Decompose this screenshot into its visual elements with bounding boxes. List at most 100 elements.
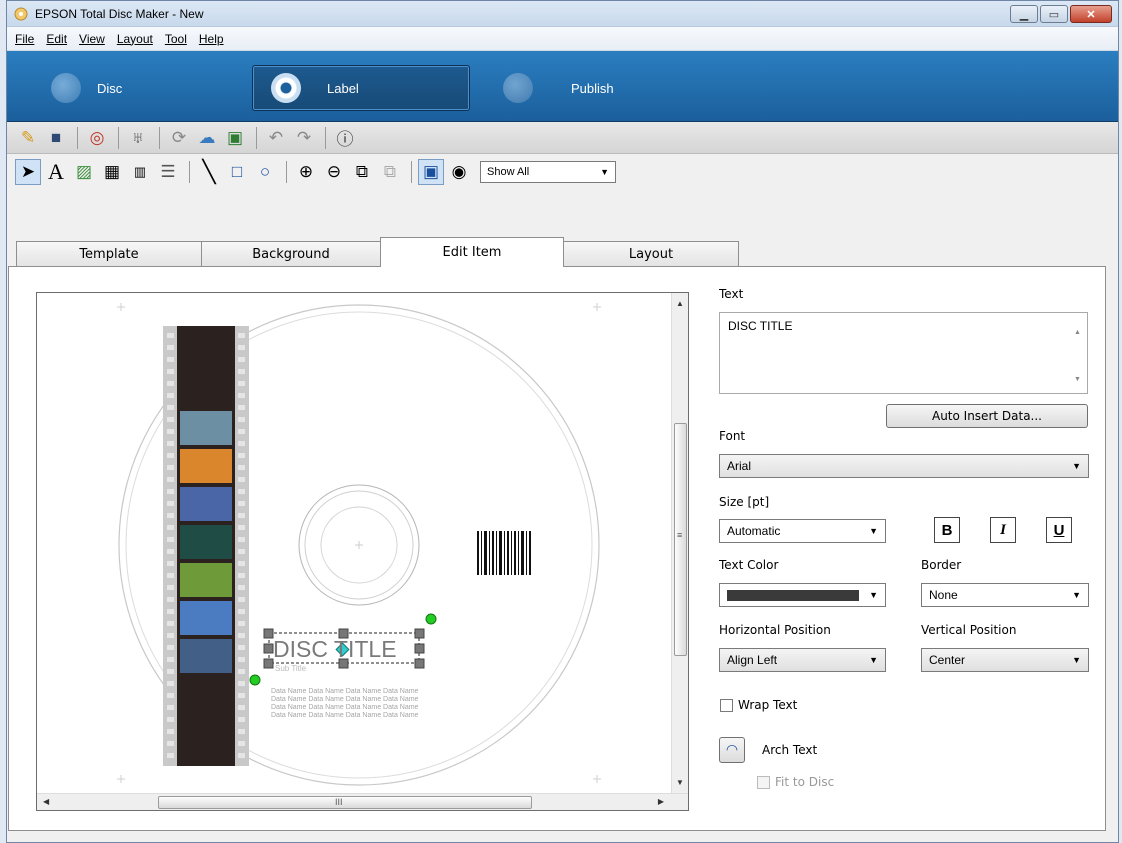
tab-edit-item[interactable]: Edit Item (380, 237, 564, 267)
grip-icon: ≡ (677, 530, 683, 540)
scroll-right-icon[interactable]: ▶ (658, 797, 664, 806)
text-label: Text (719, 287, 744, 301)
disc-title-text[interactable]: DISC TITLE (273, 636, 397, 662)
horizontal-position-select[interactable]: Align Left ▼ (719, 648, 886, 672)
border-select-value: None (929, 588, 958, 602)
horizontal-scrollbar[interactable]: ◀ III ▶ (37, 793, 688, 810)
mode-publish-label: Publish (571, 80, 614, 96)
disc-artwork: DISC TITLE Sub Title Data Name Data Name… (117, 303, 601, 786)
frame-icon[interactable]: ▣ (418, 159, 444, 185)
mode-label-button[interactable]: Label (252, 65, 470, 111)
scroll-left-icon[interactable]: ◀ (43, 797, 49, 806)
maximize-icon[interactable]: ▭ (1040, 5, 1068, 23)
align-middle-icon[interactable]: ⊖ (321, 159, 347, 185)
tab-template[interactable]: Template (16, 241, 202, 267)
wrap-text-checkbox[interactable] (720, 699, 733, 712)
text-input[interactable]: DISC TITLE ▲ ▼ (719, 312, 1088, 394)
toolbar-separator (325, 126, 326, 149)
italic-button[interactable]: I (990, 517, 1016, 543)
tree-tool-icon[interactable]: ☰ (155, 159, 181, 185)
menu-file[interactable]: File (9, 32, 40, 46)
menu-tool[interactable]: Tool (159, 32, 193, 46)
scroll-up-icon[interactable]: ▲ (1074, 329, 1081, 336)
border-label: Border (921, 558, 962, 572)
import-icon[interactable]: ⟳ (166, 125, 192, 151)
font-select[interactable]: Arial ▼ (719, 454, 1089, 478)
rotate-handle-bottom[interactable] (249, 674, 261, 686)
save-icon[interactable]: ■ (43, 125, 69, 151)
underline-button[interactable]: U (1046, 517, 1072, 543)
vertical-scroll-thumb[interactable]: ≡ (674, 423, 687, 656)
text-color-select[interactable]: ▼ (719, 583, 886, 607)
menu-help[interactable]: Help (193, 32, 230, 46)
toolbar-separator (118, 126, 119, 149)
size-label: Size [pt] (719, 495, 770, 509)
scroll-down-icon[interactable]: ▼ (1074, 376, 1081, 383)
mode-disc-button[interactable]: Disc (45, 65, 215, 111)
vertical-position-select[interactable]: Center ▼ (921, 648, 1089, 672)
data-line: Data Name Data Name Data Name Data Name (271, 696, 419, 703)
wrap-text-label[interactable]: Wrap Text (738, 698, 797, 712)
chevron-down-icon: ▼ (1072, 590, 1081, 600)
undo-icon[interactable]: ↶ (263, 125, 289, 151)
label-canvas[interactable]: DISC TITLE Sub Title Data Name Data Name… (36, 292, 689, 811)
capture-icon[interactable]: ☁ (194, 125, 220, 151)
disc-mode-icon (51, 73, 81, 103)
toolbar-separator (77, 126, 78, 149)
mode-publish-button[interactable]: Publish (497, 65, 667, 111)
tab-background[interactable]: Background (201, 241, 381, 267)
align-center-icon[interactable]: ⊕ (293, 159, 319, 185)
close-icon[interactable]: ✕ (1070, 5, 1112, 23)
rectangle-tool-icon[interactable]: □ (224, 159, 250, 185)
print-disc-icon[interactable]: ◎ (84, 125, 110, 151)
text-tool-icon[interactable]: A (43, 159, 69, 185)
arch-text-button[interactable]: ◠ (719, 737, 745, 763)
chevron-down-icon: ▼ (869, 655, 878, 665)
scroll-up-icon[interactable]: ▲ (676, 299, 684, 308)
arch-text-icon: ◠ (725, 742, 739, 758)
chevron-down-icon: ▼ (1072, 655, 1081, 665)
ellipse-tool-icon[interactable]: ○ (252, 159, 278, 185)
tab-layout[interactable]: Layout (563, 241, 739, 267)
fit-to-disc-label: Fit to Disc (775, 775, 835, 789)
fit-to-disc-checkbox[interactable] (757, 776, 770, 789)
tool-settings-icon[interactable]: ♅ (125, 125, 151, 151)
data-name-block: Data Name Data Name Data Name Data Name … (271, 688, 419, 719)
mode-label-label: Label (327, 80, 359, 96)
menu-edit[interactable]: Edit (40, 32, 73, 46)
horizontal-position-label: Horizontal Position (719, 623, 831, 637)
scroll-down-icon[interactable]: ▼ (676, 778, 684, 787)
export-icon[interactable]: ▣ (222, 125, 248, 151)
bring-forward-icon[interactable]: ⧉ (349, 159, 375, 185)
toolbar-separator (411, 161, 412, 183)
border-select[interactable]: None ▼ (921, 583, 1089, 607)
menu-layout[interactable]: Layout (111, 32, 159, 46)
image-tool-icon[interactable]: ▨ (71, 159, 97, 185)
text-color-label: Text Color (719, 558, 779, 572)
bold-button[interactable]: B (934, 517, 960, 543)
barcode-tool-icon[interactable]: ▥ (127, 159, 153, 185)
vertical-scrollbar[interactable]: ▲ ≡ ▼ (671, 293, 688, 793)
size-select[interactable]: Automatic ▼ (719, 519, 886, 543)
line-tool-icon[interactable]: ╲ (196, 159, 222, 185)
rotate-handle-top[interactable] (425, 613, 437, 625)
toolbar-separator (189, 161, 190, 183)
show-filter-dropdown[interactable]: Show All ▼ (480, 161, 616, 183)
grid-tool-icon[interactable]: ▦ (99, 159, 125, 185)
vertical-position-label: Vertical Position (921, 623, 1017, 637)
minimize-icon[interactable]: ▁ (1010, 5, 1038, 23)
text-scrollbar[interactable]: ▲ ▼ (1071, 315, 1085, 391)
menu-bar: File Edit View Layout Tool Help (7, 27, 1118, 51)
menu-view[interactable]: View (73, 32, 111, 46)
scroll-grip: III (335, 797, 343, 807)
send-backward-icon[interactable]: ⧉ (377, 159, 403, 185)
chevron-down-icon: ▼ (600, 167, 609, 177)
open-icon[interactable]: ✎ (15, 125, 41, 151)
chevron-down-icon: ▼ (869, 590, 878, 600)
select-arrow-icon[interactable]: ➤ (15, 159, 41, 185)
help-icon[interactable]: ⓘ (332, 125, 358, 151)
redo-icon[interactable]: ↷ (291, 125, 317, 151)
disc-view-icon[interactable]: ◉ (446, 159, 472, 185)
auto-insert-data-button[interactable]: Auto Insert Data... (886, 404, 1088, 428)
horizontal-scroll-thumb[interactable]: III (158, 796, 532, 809)
